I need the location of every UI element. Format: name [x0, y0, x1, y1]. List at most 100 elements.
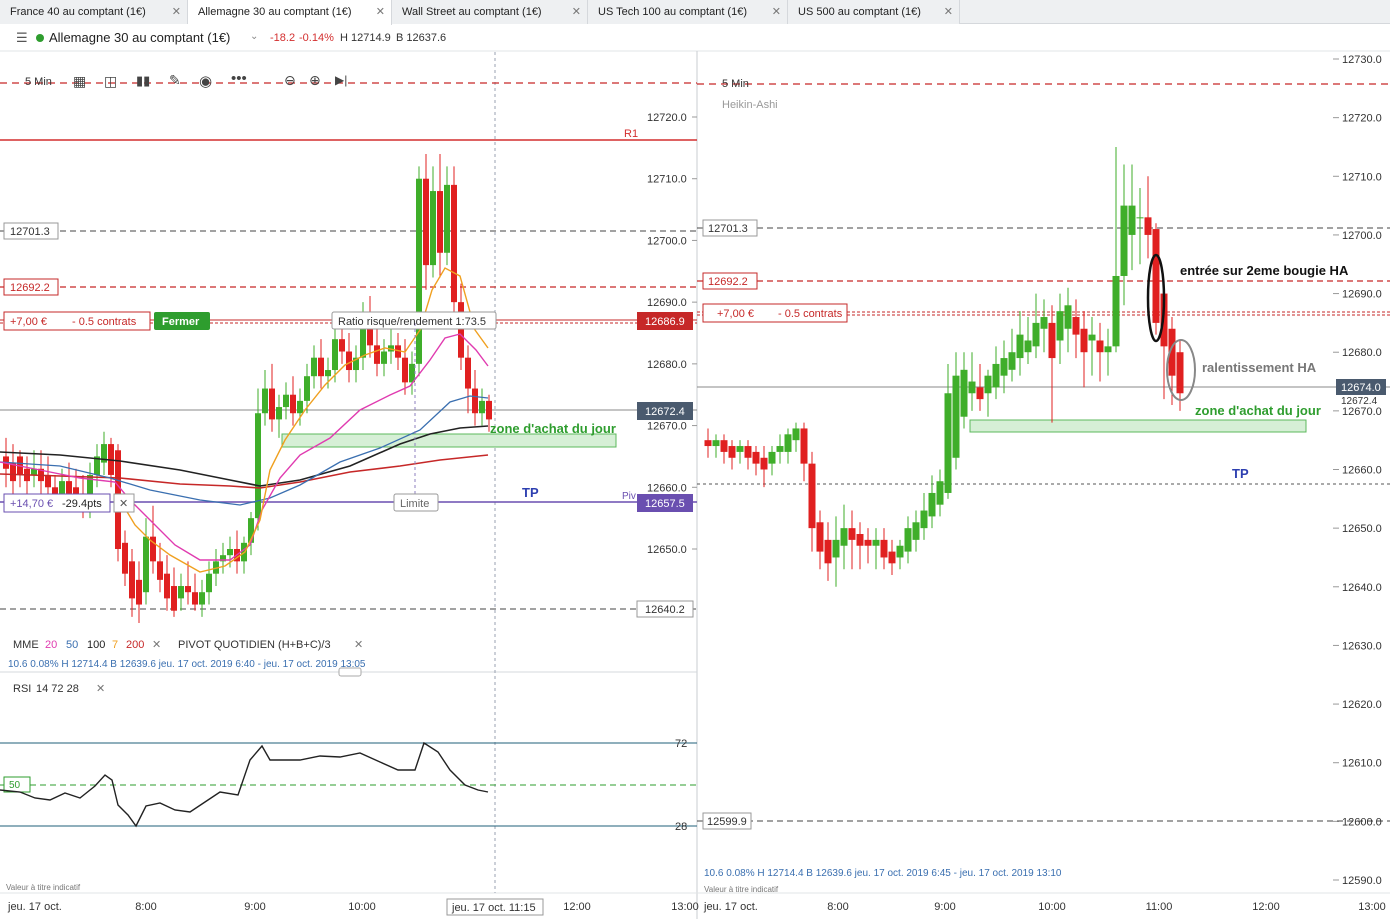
candle-body: [824, 539, 832, 564]
candle-body: [872, 539, 880, 546]
candle-body: [185, 586, 191, 593]
scroll-end-icon[interactable]: ▶|: [335, 73, 347, 87]
candle-body: [122, 542, 128, 574]
limit-label: Limite: [400, 498, 429, 510]
level-label: 12599.9: [707, 816, 747, 828]
candle-body: [992, 363, 1000, 388]
candle-body: [269, 388, 275, 420]
pivot-indicator-label: PIVOT QUOTIDIEN (H+B+C)/3: [178, 639, 331, 651]
candle-body: [402, 357, 408, 383]
rsi-label: RSI: [13, 683, 31, 695]
current-price-under-label: 12672.4: [1341, 396, 1378, 407]
price-axis-label: 12720.0: [647, 112, 687, 124]
close-icon: ✕: [96, 683, 105, 695]
time-axis-label: 13:00: [671, 901, 699, 913]
candle-body: [171, 586, 177, 611]
rsi-level-label: 50: [9, 780, 21, 791]
chart-type-icon[interactable]: ▮▮: [136, 73, 150, 89]
candle-body: [416, 178, 422, 364]
price-axis-label: 12670.0: [1342, 406, 1382, 418]
candle-body: [325, 370, 331, 377]
candle-body: [888, 551, 896, 564]
candle-body: [1096, 340, 1104, 353]
more-icon[interactable]: •••: [231, 70, 247, 87]
left-chart[interactable]: [0, 50, 1390, 919]
candle-body: [1080, 328, 1088, 353]
candle-body: [1072, 317, 1080, 335]
candle-body: [255, 413, 261, 519]
candle-body: [1136, 217, 1144, 219]
candle-body: [157, 561, 163, 580]
timeframe-label: 5 Min: [722, 78, 749, 90]
candle-body: [45, 474, 51, 488]
position-size: - 0.5 contrats: [72, 316, 137, 328]
candle-body: [276, 407, 282, 420]
candle-body: [832, 539, 840, 558]
buy-zone-box: [969, 419, 1307, 433]
chart-type-label: Heikin-Ashi: [722, 99, 778, 111]
candle-body: [178, 586, 184, 599]
price-axis-label: 12660.0: [647, 482, 687, 494]
time-axis-label: 9:00: [934, 901, 955, 913]
candle-body: [1040, 317, 1048, 329]
candle-body: [143, 536, 149, 593]
zoom-out-icon[interactable]: ⊖: [284, 72, 296, 89]
candle-body: [136, 579, 142, 605]
zoom-in-icon[interactable]: ⊕: [309, 72, 321, 89]
charts-canvas[interactable]: 12720.0 12710.0 12700.0 12690.0 12680.0 12670…: [0, 0, 1390, 919]
timeframe-selector[interactable]: 5 Min: [25, 76, 52, 88]
candle-body: [944, 393, 952, 493]
candle-body: [1032, 322, 1040, 347]
candle-body: [227, 549, 233, 556]
candle-body: [744, 446, 752, 458]
price-axis-label: 12700.0: [647, 235, 687, 247]
time-axis-label: 12:00: [563, 901, 591, 913]
candle-body: [311, 357, 317, 377]
layout-icon[interactable]: ◫: [104, 73, 117, 90]
candle-body: [1056, 311, 1064, 341]
candle-body: [848, 528, 856, 540]
eye-icon[interactable]: ◉: [199, 72, 212, 90]
candle-body: [304, 376, 310, 401]
candle-body: [451, 184, 457, 303]
candle-body: [984, 375, 992, 394]
candle-body: [880, 539, 888, 558]
target-pnl: +14,70 €: [10, 498, 53, 510]
candle-body: [840, 528, 848, 546]
candle-body: [472, 388, 478, 414]
level-label: 12692.2: [10, 282, 50, 294]
candle-body: [465, 357, 471, 389]
session-stats: 10.6 0.08% H 12714.4 B 12639.6 jeu. 17 o…: [704, 868, 1062, 879]
candle-body: [339, 339, 345, 352]
calendar-icon[interactable]: ▦: [73, 73, 86, 90]
buy-zone-annotation: zone d'achat du jour: [1195, 403, 1321, 418]
price-axis-label: 12610.0: [1342, 758, 1382, 770]
price-axis-label: 12730.0: [1342, 54, 1382, 66]
price-axis-label: 12620.0: [1342, 699, 1382, 711]
mme-period-label: 200: [126, 639, 144, 651]
price-axis-label: 12700.0: [1342, 230, 1382, 242]
candle-body: [290, 394, 296, 414]
right-chart[interactable]: [697, 58, 1390, 894]
candle-body: [928, 492, 936, 517]
position-pnl: +7,00 €: [10, 316, 47, 328]
time-axis-label: 12:00: [1252, 901, 1280, 913]
price-axis-label: 12690.0: [1342, 289, 1382, 301]
candle-body: [864, 539, 872, 546]
candle-body: [760, 457, 768, 470]
level-label: 12701.3: [10, 226, 50, 238]
time-axis-label: 9:00: [244, 901, 265, 913]
candle-body: [816, 522, 824, 552]
draw-tool-icon[interactable]: ✎: [169, 72, 181, 89]
position-size: - 0.5 contrats: [778, 308, 843, 320]
disclaimer-label: Valeur à titre indicatif: [704, 885, 779, 894]
candle-body: [856, 534, 864, 546]
candle-body: [976, 387, 984, 400]
mme-period-label: 100: [87, 639, 105, 651]
candle-body: [129, 561, 135, 599]
mme-period-label: 7: [112, 639, 118, 651]
candle-body: [728, 446, 736, 458]
close-button-label: Fermer: [162, 316, 200, 328]
price-axis-label: 12650.0: [647, 544, 687, 556]
price-axis-label: 12660.0: [1342, 465, 1382, 477]
